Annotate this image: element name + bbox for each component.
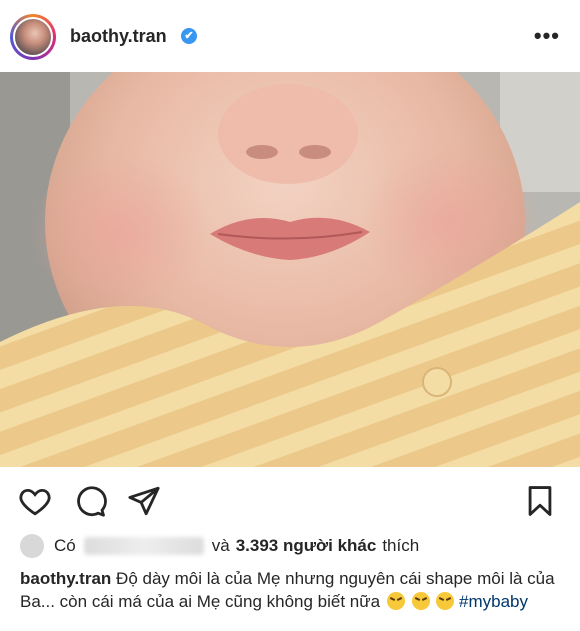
like-button[interactable] (18, 484, 52, 518)
baby-photo-illustration (0, 72, 580, 467)
instagram-post: baothy.tran ✔ ••• Có và 3.393 người khác… (0, 0, 580, 631)
caption-username[interactable]: baothy.tran (20, 569, 111, 588)
laughing-emoji-icon (386, 592, 405, 610)
save-button[interactable] (523, 484, 557, 518)
verified-badge-icon: ✔ (181, 28, 197, 44)
post-username[interactable]: baothy.tran (70, 26, 167, 47)
post-header: baothy.tran ✔ ••• (0, 0, 580, 72)
laughing-emoji-icon (436, 592, 455, 610)
liker-avatar (20, 534, 44, 558)
likes-count[interactable]: 3.393 người khác (236, 536, 377, 556)
likes-summary[interactable]: Có và 3.393 người khác thích (20, 533, 419, 559)
profile-avatar-ring[interactable] (10, 14, 56, 60)
comment-button[interactable] (73, 484, 107, 518)
more-options-icon[interactable]: ••• (534, 25, 560, 47)
caption-hashtag[interactable]: #mybaby (459, 592, 528, 611)
laughing-emoji-icon (411, 592, 430, 610)
heart-icon (19, 488, 51, 516)
share-button[interactable] (127, 484, 161, 518)
likes-prefix: Có (54, 536, 76, 555)
comment-icon (77, 486, 107, 517)
profile-avatar[interactable] (13, 17, 53, 57)
likes-suffix: thích (382, 536, 420, 555)
post-caption: baothy.tran Độ dày môi là của Mẹ nhưng n… (20, 567, 568, 613)
blurred-liker-name (83, 537, 204, 555)
post-photo[interactable] (0, 72, 580, 467)
likes-connector: và (211, 536, 230, 555)
post-actions (0, 467, 580, 527)
send-icon (128, 486, 160, 516)
bookmark-icon (528, 486, 552, 516)
